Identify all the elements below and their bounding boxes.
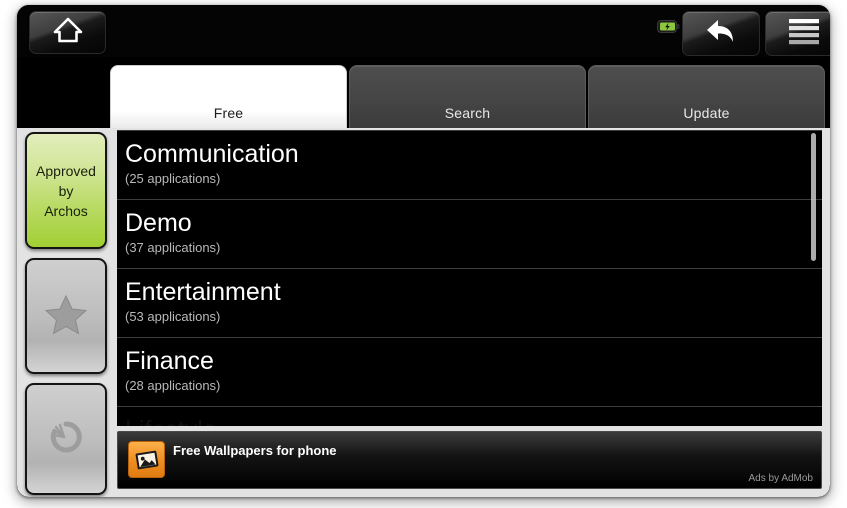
list-item[interactable]: Lifestyle [117, 407, 822, 426]
approved-by-archos-label: Approved by Archos [36, 161, 96, 221]
tab-update-label: Update [683, 105, 730, 121]
category-name: Finance [125, 347, 214, 375]
list-scrollbar-thumb[interactable] [811, 133, 816, 261]
sidebar-item-recently-used[interactable] [25, 383, 107, 495]
star-icon [43, 292, 89, 341]
category-name: Entertainment [125, 278, 281, 306]
back-button[interactable] [682, 11, 760, 56]
list-item[interactable]: Entertainment (53 applications) [117, 269, 822, 338]
battery-charging-icon [657, 18, 681, 35]
list-item[interactable]: Communication (25 applications) [117, 131, 822, 200]
system-status-bar [17, 5, 830, 57]
category-list[interactable]: Communication (25 applications) Demo (37… [117, 130, 822, 426]
tab-free[interactable]: Free [110, 65, 347, 129]
home-icon [53, 16, 83, 49]
category-count: (25 applications) [125, 171, 221, 186]
tab-bar: Free Search Update [17, 57, 830, 129]
wallpaper-image-icon [128, 441, 165, 478]
tab-free-label: Free [213, 105, 244, 121]
device-frame: Free Search Update Approved by Archos Co… [0, 0, 847, 508]
tab-update[interactable]: Update [588, 65, 825, 129]
ad-banner[interactable]: Free Wallpapers for phone Ads by AdMob [117, 431, 822, 489]
approved-line-2: by [58, 182, 74, 199]
category-name: Lifestyle [125, 415, 822, 426]
home-button[interactable] [29, 11, 106, 54]
category-count: (28 applications) [125, 378, 221, 393]
hamburger-menu-icon [787, 17, 821, 50]
list-scrollbar[interactable] [811, 131, 819, 426]
menu-button[interactable] [765, 11, 830, 56]
sidebar-item-favorites[interactable] [25, 258, 107, 374]
history-dial-icon [44, 416, 88, 463]
list-item[interactable]: Demo (37 applications) [117, 200, 822, 269]
content-area: Approved by Archos Communication (25 app… [17, 128, 830, 497]
sidebar: Approved by Archos [25, 130, 112, 495]
ad-title: Free Wallpapers for phone [173, 443, 337, 458]
list-item[interactable]: Finance (28 applications) [117, 338, 822, 407]
sidebar-item-approved-by-archos[interactable]: Approved by Archos [25, 132, 107, 249]
approved-line-1: Approved [36, 162, 96, 179]
tab-search[interactable]: Search [349, 65, 586, 129]
approved-line-3: Archos [44, 202, 88, 219]
screen: Free Search Update Approved by Archos Co… [17, 5, 830, 497]
ad-attribution: Ads by AdMob [748, 473, 813, 484]
back-arrow-icon [704, 16, 738, 51]
tab-search-label: Search [444, 105, 491, 121]
device-bezel: Free Search Update Approved by Archos Co… [17, 5, 830, 497]
category-name: Demo [125, 209, 192, 237]
category-name: Communication [125, 140, 299, 168]
category-count: (53 applications) [125, 309, 221, 324]
category-count: (37 applications) [125, 240, 221, 255]
